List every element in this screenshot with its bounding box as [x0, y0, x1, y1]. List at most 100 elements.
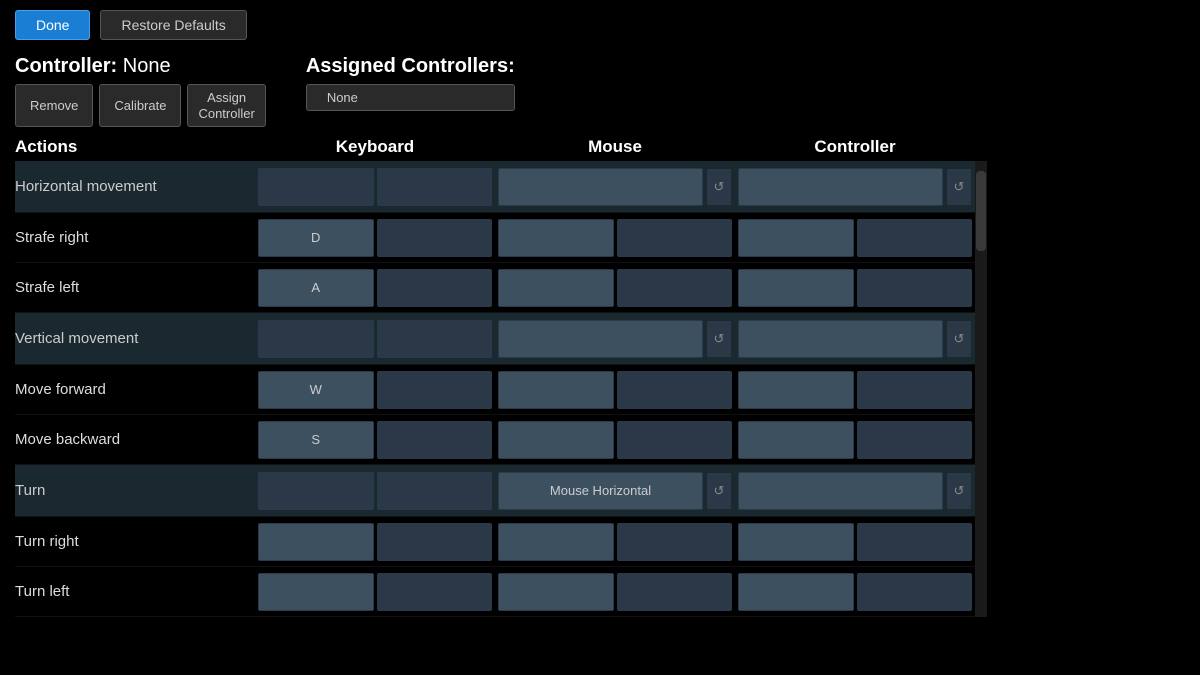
controller-buttons: Remove Calibrate Assign Controller	[15, 84, 266, 127]
action-row-label: Strafe left	[15, 263, 255, 313]
keyboard-binding-row: A	[255, 263, 495, 313]
scrollbar-thumb[interactable]	[976, 171, 986, 251]
controller-binding-axis[interactable]	[738, 320, 943, 358]
done-button[interactable]: Done	[15, 10, 90, 40]
scrollbar-track[interactable]	[975, 161, 987, 617]
assigned-section: Assigned Controllers: None	[306, 55, 515, 111]
mouse-binding-secondary[interactable]	[617, 371, 733, 409]
controller-binding-secondary[interactable]	[857, 269, 973, 307]
mouse-binding-row: ↺	[495, 161, 735, 213]
keyboard-binding-primary[interactable]	[258, 573, 374, 611]
mouse-binding-row	[495, 567, 735, 617]
controller-binding-primary[interactable]	[738, 219, 854, 257]
top-bar: Done Restore Defaults	[0, 0, 1200, 50]
header-keyboard: Keyboard	[255, 137, 495, 157]
controller-binding-secondary[interactable]	[857, 523, 973, 561]
mouse-binding-row	[495, 365, 735, 415]
keyboard-binding-secondary[interactable]	[377, 219, 493, 257]
controller-binding-secondary[interactable]	[857, 573, 973, 611]
keyboard-binding-row	[255, 313, 495, 365]
controller-binding-row: ↺	[735, 161, 975, 213]
keyboard-binding-primary[interactable]	[258, 472, 374, 510]
controller-label: Controller: None	[15, 55, 266, 78]
mouse-binding-secondary[interactable]	[617, 421, 733, 459]
controller-binding-row	[735, 567, 975, 617]
keyboard-binding-secondary[interactable]	[377, 421, 493, 459]
keyboard-binding-row	[255, 161, 495, 213]
mouse-refresh-icon[interactable]: ↺	[706, 168, 732, 206]
mouse-binding-primary[interactable]	[498, 523, 614, 561]
keyboard-binding-secondary[interactable]	[377, 320, 493, 358]
controller-binding-secondary[interactable]	[857, 219, 973, 257]
bindings-columns: DAWS ↺↺Mouse Horizontal↺ ↺↺↺	[255, 161, 1185, 617]
keyboard-binding-primary[interactable]	[258, 320, 374, 358]
action-names-column: Horizontal movementStrafe rightStrafe le…	[15, 161, 255, 617]
mouse-refresh-icon[interactable]: ↺	[706, 472, 732, 510]
controller-binding-primary[interactable]	[738, 371, 854, 409]
mouse-binding-row	[495, 213, 735, 263]
action-row-label: Turn left	[15, 567, 255, 617]
column-headers: Actions Keyboard Mouse Controller	[15, 137, 1185, 161]
controller-binding-row	[735, 263, 975, 313]
keyboard-binding-primary[interactable]: W	[258, 371, 374, 409]
mouse-binding-primary[interactable]	[498, 219, 614, 257]
controller-binding-primary[interactable]	[738, 523, 854, 561]
keyboard-binding-row	[255, 465, 495, 517]
controller-binding-row: ↺	[735, 313, 975, 365]
controller-section: Controller: None Remove Calibrate Assign…	[0, 50, 1200, 137]
action-row-label: Move backward	[15, 415, 255, 465]
action-row-label: Move forward	[15, 365, 255, 415]
controller-refresh-icon[interactable]: ↺	[946, 472, 972, 510]
controller-left: Controller: None Remove Calibrate Assign…	[15, 55, 266, 127]
controller-binding-primary[interactable]	[738, 573, 854, 611]
controller-binding-axis[interactable]	[738, 472, 943, 510]
mouse-refresh-icon[interactable]: ↺	[706, 320, 732, 358]
keyboard-binding-primary[interactable]: A	[258, 269, 374, 307]
mouse-binding-secondary[interactable]	[617, 269, 733, 307]
mouse-binding-primary[interactable]	[498, 371, 614, 409]
mouse-binding-secondary[interactable]	[617, 219, 733, 257]
action-row-label: Strafe right	[15, 213, 255, 263]
controller-binding-secondary[interactable]	[857, 371, 973, 409]
keyboard-binding-row	[255, 567, 495, 617]
controller-binding-secondary[interactable]	[857, 421, 973, 459]
mouse-binding-axis[interactable]	[498, 168, 703, 206]
assigned-none-value: None	[306, 84, 515, 111]
mouse-binding-row: Mouse Horizontal↺	[495, 465, 735, 517]
keyboard-binding-primary[interactable]	[258, 168, 374, 206]
restore-defaults-button[interactable]: Restore Defaults	[100, 10, 246, 40]
remove-button[interactable]: Remove	[15, 84, 93, 127]
controller-refresh-icon[interactable]: ↺	[946, 320, 972, 358]
keyboard-binding-secondary[interactable]	[377, 168, 493, 206]
mouse-binding-row	[495, 517, 735, 567]
header-mouse: Mouse	[495, 137, 735, 157]
mouse-binding-primary[interactable]	[498, 573, 614, 611]
controller-binding-primary[interactable]	[738, 421, 854, 459]
assign-controller-button[interactable]: Assign Controller	[187, 84, 265, 127]
keyboard-binding-primary[interactable]: S	[258, 421, 374, 459]
keyboard-binding-secondary[interactable]	[377, 371, 493, 409]
mouse-binding-primary[interactable]	[498, 269, 614, 307]
controller-value: None	[123, 55, 171, 77]
keyboard-binding-primary[interactable]	[258, 523, 374, 561]
keyboard-binding-secondary[interactable]	[377, 523, 493, 561]
controller-binding-axis[interactable]	[738, 168, 943, 206]
keyboard-binding-secondary[interactable]	[377, 573, 493, 611]
keyboard-binding-row: W	[255, 365, 495, 415]
keyboard-binding-secondary[interactable]	[377, 269, 493, 307]
mouse-binding-axis[interactable]: Mouse Horizontal	[498, 472, 703, 510]
keyboard-binding-primary[interactable]: D	[258, 219, 374, 257]
assigned-controllers-label: Assigned Controllers:	[306, 55, 515, 78]
controller-binding-row	[735, 213, 975, 263]
mouse-binding-axis[interactable]	[498, 320, 703, 358]
controller-binding-row	[735, 517, 975, 567]
calibrate-button[interactable]: Calibrate	[99, 84, 181, 127]
keyboard-binding-row: S	[255, 415, 495, 465]
keyboard-binding-secondary[interactable]	[377, 472, 493, 510]
controller-binding-primary[interactable]	[738, 269, 854, 307]
mouse-binding-primary[interactable]	[498, 421, 614, 459]
controller-refresh-icon[interactable]: ↺	[946, 168, 972, 206]
mouse-binding-secondary[interactable]	[617, 523, 733, 561]
mouse-binding-secondary[interactable]	[617, 573, 733, 611]
mouse-binding-row	[495, 263, 735, 313]
